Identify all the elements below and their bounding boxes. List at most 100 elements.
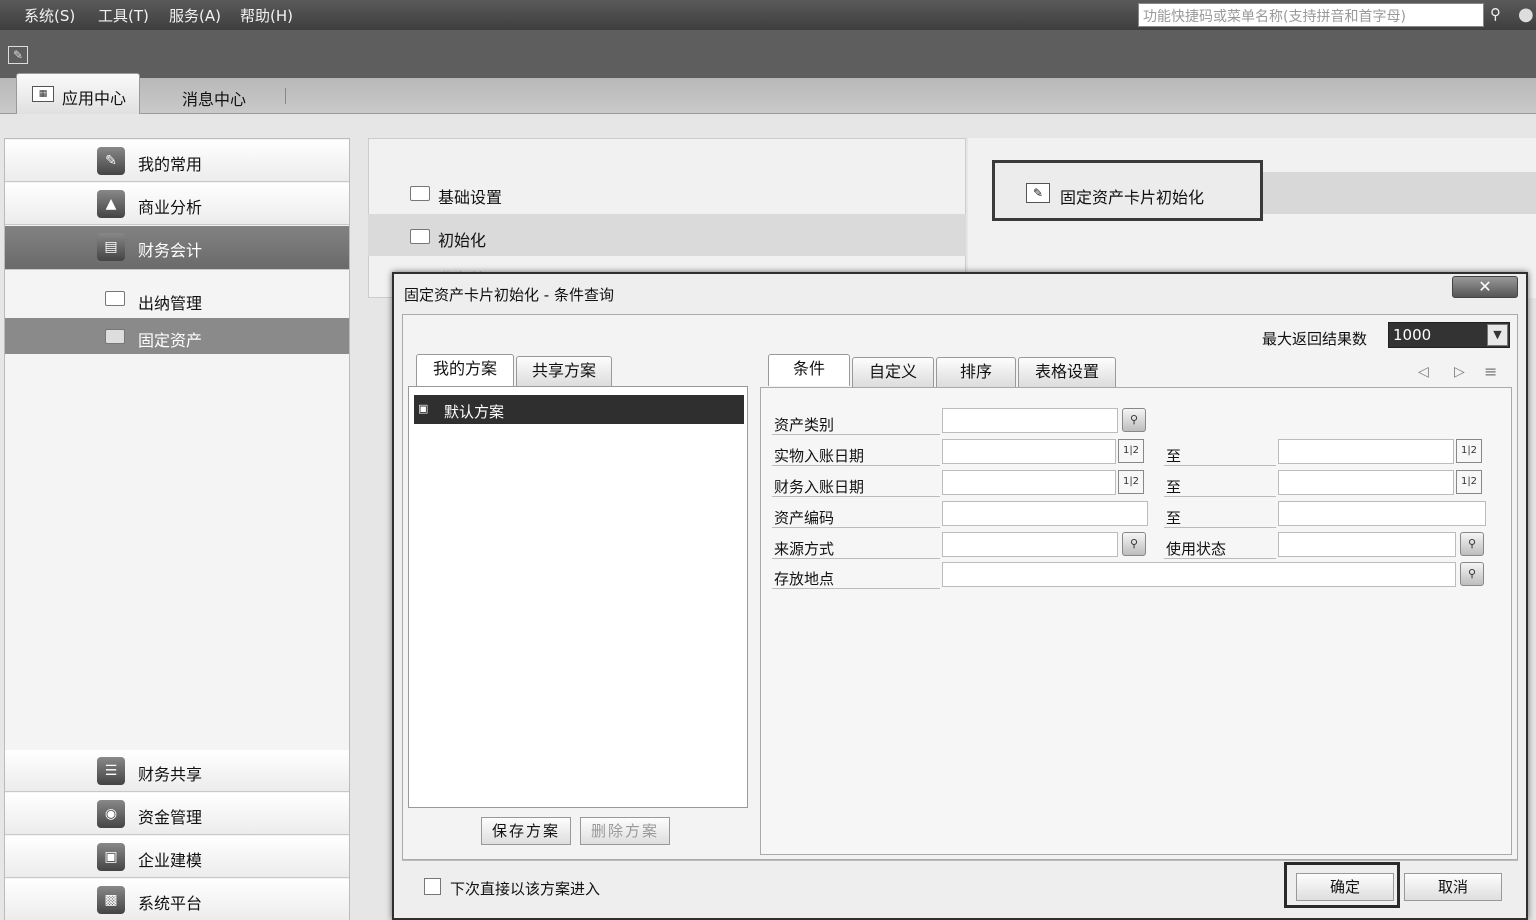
use-status-label: 使用状态 <box>1166 540 1227 558</box>
arrow-left-icon[interactable]: ◁ <box>1418 364 1429 380</box>
tab-separator <box>285 88 286 104</box>
nav-label: 企业建模 <box>138 851 203 870</box>
asset-category-input[interactable] <box>942 408 1118 433</box>
tab-sort[interactable]: 排序 <box>936 357 1016 387</box>
financial-date-to-input[interactable] <box>1278 470 1454 495</box>
logo-dot-icon: ● <box>1518 4 1534 25</box>
lookup-icon[interactable]: ⚲ <box>1460 532 1484 556</box>
menu-service[interactable]: 服务(A) <box>169 5 221 26</box>
label-underline <box>1164 558 1276 559</box>
label-underline <box>1164 527 1276 528</box>
label-underline <box>772 434 940 435</box>
cancel-button[interactable]: 取消 <box>1404 873 1502 901</box>
to-label: 至 <box>1166 478 1182 496</box>
folder-icon <box>105 291 125 306</box>
function-label: 固定资产卡片初始化 <box>1060 188 1205 207</box>
asset-code-label: 资产编码 <box>774 509 835 527</box>
asset-code-to-input[interactable] <box>1278 501 1486 526</box>
edit-doc-icon: ✎ <box>1026 183 1050 203</box>
lookup-icon[interactable]: ⚲ <box>1122 532 1146 556</box>
folder-icon <box>410 229 430 244</box>
nav-item-business-analysis[interactable]: ▲ 商业分析 <box>5 183 349 225</box>
sub-label: 固定资产 <box>138 331 203 350</box>
label-underline <box>772 465 940 466</box>
source-input[interactable] <box>942 532 1118 557</box>
financial-date-label: 财务入账日期 <box>774 478 865 496</box>
physical-date-to-input[interactable] <box>1278 439 1454 464</box>
dialog-title: 固定资产卡片初始化 - 条件查询 <box>404 286 614 304</box>
tab-my-schemes[interactable]: 我的方案 <box>416 354 514 386</box>
label-underline <box>772 558 940 559</box>
tab-app-center-label: 应用中心 <box>62 89 127 108</box>
cubes-icon: ▣ <box>97 843 125 871</box>
arrow-right-icon[interactable]: ▷ <box>1454 364 1465 380</box>
nav-sub-item-fixed-assets[interactable]: 固定资产 <box>5 318 349 354</box>
function-row-highlight <box>1262 172 1536 214</box>
menu-help[interactable]: 帮助(H) <box>240 5 293 26</box>
nav-label: 商业分析 <box>138 198 203 217</box>
calendar-icon[interactable]: 1|2 <box>1456 470 1482 494</box>
nav-item-enterprise-modeling[interactable]: ▣ 企业建模 <box>5 836 349 878</box>
tab-custom[interactable]: 自定义 <box>852 357 934 387</box>
edit-icon[interactable]: ✎ <box>8 46 28 64</box>
folder-icon <box>105 329 125 344</box>
nav-item-financial-sharing[interactable]: ☰ 财务共享 <box>5 750 349 792</box>
to-label: 至 <box>1166 509 1182 527</box>
nav-label: 资金管理 <box>138 808 203 827</box>
enter-directly-checkbox[interactable] <box>424 878 441 895</box>
label-underline <box>772 496 940 497</box>
location-input[interactable] <box>942 562 1456 587</box>
module-item-basic-settings[interactable]: 基础设置 <box>438 184 502 208</box>
ok-button[interactable]: 确定 <box>1296 873 1394 901</box>
computer-icon: ▩ <box>97 886 125 914</box>
nav-label: 我的常用 <box>138 155 203 174</box>
nav-sub-item-cashier[interactable]: 出纳管理 <box>5 281 349 317</box>
tab-shared-schemes[interactable]: 共享方案 <box>516 356 612 386</box>
folder-icon <box>410 186 430 201</box>
lookup-icon[interactable]: ⚲ <box>1122 408 1146 432</box>
location-label: 存放地点 <box>774 570 835 588</box>
lookup-icon[interactable]: ⚲ <box>1460 562 1484 586</box>
asset-code-from-input[interactable] <box>942 501 1148 526</box>
calendar-icon[interactable]: 1|2 <box>1118 470 1144 494</box>
nav-item-financial-accounting[interactable]: ▤ 财务会计 <box>5 226 349 270</box>
nav-item-favorites[interactable]: ✎ 我的常用 <box>5 140 349 182</box>
chart-icon: ▲ <box>97 190 125 218</box>
scheme-item-label: 默认方案 <box>444 403 505 421</box>
nav-item-fund-management[interactable]: ◉ 资金管理 <box>5 793 349 835</box>
nav-label: 系统平台 <box>138 894 203 913</box>
close-button[interactable]: ✕ <box>1452 276 1518 298</box>
calendar-icon[interactable]: 1|2 <box>1456 439 1482 463</box>
menu-icon[interactable]: ≡ <box>1484 362 1497 381</box>
stack-icon: ☰ <box>97 757 125 785</box>
nav-item-system-platform[interactable]: ▩ 系统平台 <box>5 879 349 920</box>
label-underline <box>1164 465 1276 466</box>
search-icon[interactable]: ⚲ <box>1490 5 1510 25</box>
save-scheme-button[interactable]: 保存方案 <box>481 817 571 845</box>
physical-date-from-input[interactable] <box>942 439 1116 464</box>
grid-icon: ▦ <box>32 86 54 102</box>
label-underline <box>772 527 940 528</box>
footer-divider <box>402 860 1518 861</box>
tab-conditions[interactable]: 条件 <box>768 354 850 386</box>
financial-date-from-input[interactable] <box>942 470 1116 495</box>
calendar-icon[interactable]: 1|2 <box>1118 439 1144 463</box>
to-label: 至 <box>1166 447 1182 465</box>
scheme-list <box>408 386 748 808</box>
use-status-input[interactable] <box>1278 532 1456 557</box>
menu-system[interactable]: 系统(S) <box>24 5 75 26</box>
label-underline <box>772 588 940 589</box>
physical-date-label: 实物入账日期 <box>774 447 865 465</box>
module-item-initialization[interactable]: 初始化 <box>438 227 486 251</box>
pen-icon: ✎ <box>97 147 125 175</box>
tree-node-icon: ▣ <box>418 402 429 415</box>
delete-scheme-button[interactable]: 删除方案 <box>580 817 670 845</box>
quick-search-input[interactable]: 功能快捷码或菜单名称(支持拼音和首字母) <box>1138 3 1484 27</box>
tab-message-center[interactable]: 消息中心 <box>182 86 246 110</box>
tab-table-settings[interactable]: 表格设置 <box>1018 357 1116 387</box>
source-label: 来源方式 <box>774 540 835 558</box>
chevron-down-icon[interactable]: ▼ <box>1487 324 1508 346</box>
toolbar <box>0 30 1536 78</box>
sub-label: 出纳管理 <box>138 294 203 313</box>
menu-tools[interactable]: 工具(T) <box>98 5 149 26</box>
